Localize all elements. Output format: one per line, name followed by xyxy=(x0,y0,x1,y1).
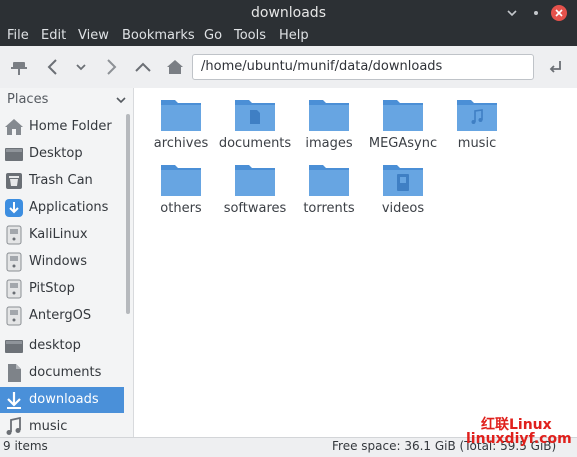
sidebar-item-label: Trash Can xyxy=(29,173,93,188)
folder-icon xyxy=(309,100,349,131)
applications-icon xyxy=(5,199,23,217)
places-label: Places xyxy=(7,92,49,107)
maximize-button[interactable] xyxy=(529,6,543,20)
chevron-right-icon xyxy=(107,59,117,75)
folder-item[interactable]: music xyxy=(442,96,512,160)
sidebar-item-downloads[interactable]: downloads xyxy=(0,387,124,413)
places-header[interactable]: Places xyxy=(0,88,134,113)
folder-item[interactable]: archives xyxy=(146,96,216,160)
folder-item[interactable]: softwares xyxy=(220,161,290,225)
sidebar-item-windows[interactable]: Windows xyxy=(0,249,124,275)
chevron-left-icon xyxy=(47,59,57,75)
downloads-icon xyxy=(7,392,21,409)
pin-button[interactable] xyxy=(6,54,32,80)
back-button[interactable] xyxy=(40,54,66,80)
history-dropdown-button[interactable] xyxy=(68,54,94,80)
folder-item[interactable]: others xyxy=(146,161,216,225)
sidebar-item-label: KaliLinux xyxy=(29,227,88,242)
chevron-down-icon xyxy=(76,64,86,71)
sidebar-item-label: downloads xyxy=(29,392,99,407)
menu-help[interactable]: Help xyxy=(279,26,309,46)
menu-file[interactable]: File xyxy=(7,26,29,46)
sidebar-scrollbar[interactable] xyxy=(126,114,130,314)
folder-item[interactable]: images xyxy=(294,96,364,160)
forward-button[interactable] xyxy=(98,54,124,80)
folder-item[interactable]: videos xyxy=(368,161,438,225)
sidebar-item-home-folder[interactable]: Home Folder xyxy=(0,114,124,140)
sidebar-item-desktop[interactable]: Desktop xyxy=(0,141,124,167)
document-icon xyxy=(8,364,21,382)
sidebar: Places Home Folder Desktop Trash Can App… xyxy=(0,88,134,437)
sidebar-item-applications[interactable]: Applications xyxy=(0,195,124,221)
sidebar-item-label: desktop xyxy=(29,338,81,353)
folder-item[interactable]: documents xyxy=(219,96,291,160)
window-title: downloads xyxy=(251,5,326,21)
home-folder-icon xyxy=(5,119,23,135)
folder-videos-icon xyxy=(383,165,423,196)
location-bar[interactable]: /home/ubuntu/munif/data/downloads xyxy=(192,54,534,80)
folder-icon xyxy=(383,100,423,131)
item-count: 9 items xyxy=(3,439,48,453)
up-button[interactable] xyxy=(130,54,156,80)
menu-go[interactable]: Go xyxy=(204,26,222,46)
sidebar-item-antergos[interactable]: AntergOS xyxy=(0,303,124,329)
folder-music-icon xyxy=(457,100,497,131)
watermark-url: linuxdiyf.com xyxy=(466,431,572,447)
sidebar-item-label: Home Folder xyxy=(29,119,112,134)
sidebar-item-label: Windows xyxy=(29,254,88,269)
sidebar-item-label: Desktop xyxy=(29,146,83,161)
sidebar-item-label: Applications xyxy=(29,200,109,215)
desktop-icon xyxy=(5,340,23,353)
enter-arrow-icon xyxy=(549,61,561,73)
maximize-icon xyxy=(534,11,538,15)
sidebar-item-pitstop[interactable]: PitStop xyxy=(0,276,124,302)
folder-label: music xyxy=(457,136,497,151)
folder-item[interactable]: MEGAsync xyxy=(368,96,438,160)
toolbar: /home/ubuntu/munif/data/downloads xyxy=(0,46,577,89)
title-bar: downloads xyxy=(0,0,577,26)
menu-view[interactable]: View xyxy=(78,26,109,46)
trash-icon xyxy=(6,173,22,189)
chevron-down-icon xyxy=(507,10,517,17)
home-icon xyxy=(167,60,183,74)
drive-icon xyxy=(6,279,22,299)
sidebar-item-label: PitStop xyxy=(29,281,75,296)
minimize-button[interactable] xyxy=(505,6,519,20)
chevron-up-icon xyxy=(135,62,151,72)
sidebar-item-desktop-bookmark[interactable]: desktop xyxy=(0,333,124,359)
sidebar-item-label: AntergOS xyxy=(29,308,92,323)
folder-icon xyxy=(161,100,201,131)
folder-icon xyxy=(235,165,275,196)
folder-icon xyxy=(309,165,349,196)
sidebar-item-kalilinux[interactable]: KaliLinux xyxy=(0,222,124,248)
sidebar-item-label: documents xyxy=(29,365,102,380)
folder-item[interactable]: torrents xyxy=(294,161,364,225)
location-path[interactable]: /home/ubuntu/munif/data/downloads xyxy=(201,55,442,79)
home-button[interactable] xyxy=(162,54,188,80)
close-icon xyxy=(555,9,563,17)
folder-icon xyxy=(161,165,201,196)
menu-bookmarks[interactable]: Bookmarks xyxy=(122,26,195,46)
menu-edit[interactable]: Edit xyxy=(41,26,66,46)
sidebar-item-documents[interactable]: documents xyxy=(0,360,124,386)
chevron-down-icon xyxy=(116,97,126,104)
menu-bar: File Edit View Bookmarks Go Tools Help xyxy=(0,26,577,46)
pin-icon xyxy=(11,62,27,75)
go-button[interactable] xyxy=(542,54,568,80)
sidebar-item-trash[interactable]: Trash Can xyxy=(0,168,124,194)
drive-icon xyxy=(6,306,22,326)
desktop-icon xyxy=(5,148,23,161)
drive-icon xyxy=(6,252,22,272)
menu-tools[interactable]: Tools xyxy=(234,26,266,46)
drive-icon xyxy=(6,225,22,245)
close-button[interactable] xyxy=(551,5,567,21)
file-view: archives documents images MEGAsync music… xyxy=(134,88,577,437)
music-icon xyxy=(6,417,21,435)
folder-label: videos xyxy=(381,201,425,216)
folder-documents-icon xyxy=(235,100,275,131)
